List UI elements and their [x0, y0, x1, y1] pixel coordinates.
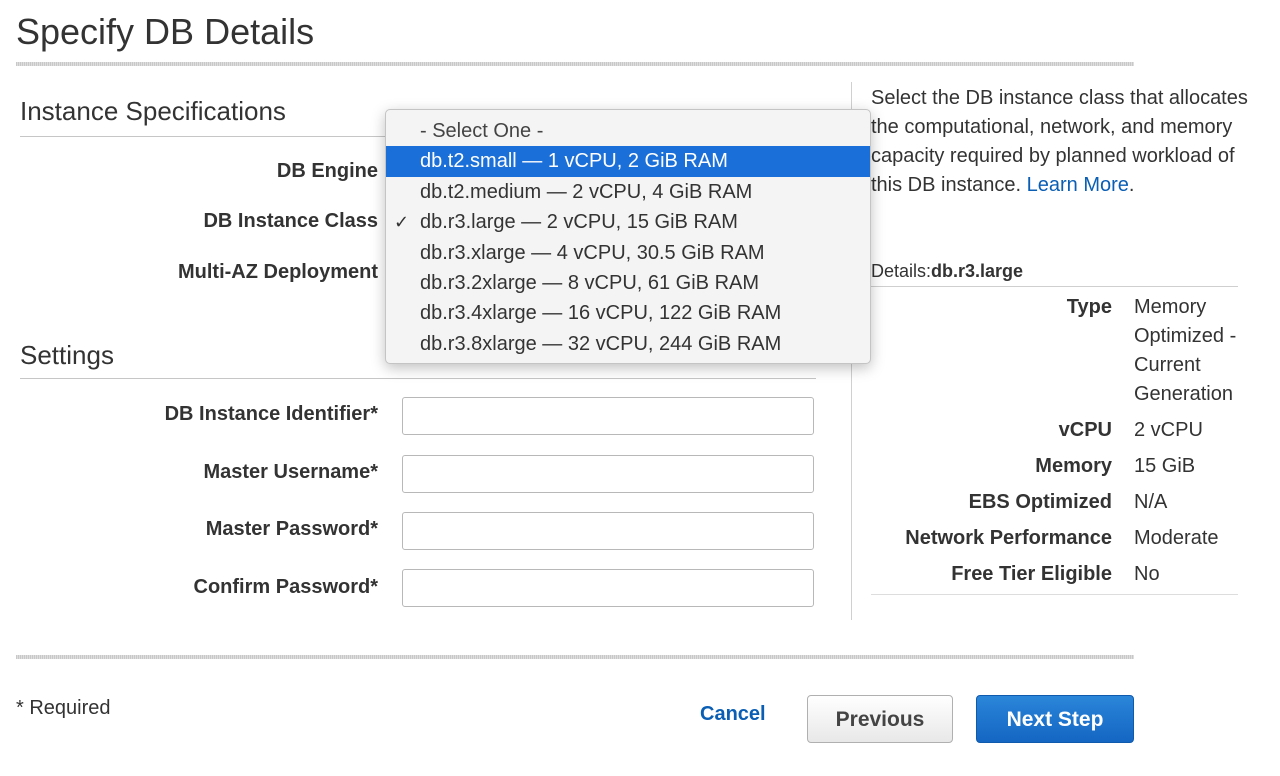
checkmark-icon: ✓	[394, 212, 410, 233]
help-trailing-period: .	[1128, 174, 1135, 196]
details-value: 2 vCPU	[1134, 419, 1203, 441]
dropdown-option-db-r3-large[interactable]: ✓ db.r3.large — 2 vCPU, 15 GiB RAM	[386, 207, 870, 237]
db-instance-identifier-input[interactable]	[402, 397, 814, 435]
master-username-label: Master Username*	[203, 461, 378, 483]
details-key: EBS Optimized	[968, 491, 1112, 513]
instance-class-dropdown[interactable]: - Select One - db.t2.small — 1 vCPU, 2 G…	[385, 109, 871, 364]
settings-rule	[20, 378, 816, 379]
details-table: Type Memory Optimized - Current Generati…	[871, 290, 1246, 593]
master-username-input[interactable]	[402, 455, 814, 493]
dropdown-option-label: db.r3.xlarge — 4 vCPU, 30.5 GiB RAM	[420, 241, 765, 264]
confirm-password-label: Confirm Password*	[193, 576, 378, 598]
dropdown-option-db-r3-2xlarge[interactable]: db.r3.2xlarge — 8 vCPU, 61 GiB RAM	[386, 268, 870, 298]
master-password-label: Master Password*	[205, 518, 378, 540]
footer-divider	[16, 655, 1134, 659]
next-step-button[interactable]: Next Step	[976, 695, 1134, 743]
cancel-button[interactable]: Cancel	[700, 703, 766, 726]
details-value: N/A	[1134, 491, 1168, 513]
details-prefix: Details:	[871, 261, 932, 281]
dropdown-option-db-t2-small[interactable]: db.t2.small — 1 vCPU, 2 GiB RAM	[386, 146, 870, 177]
db-engine-label: DB Engine	[276, 160, 378, 182]
learn-more-link[interactable]: Learn More	[1027, 174, 1129, 196]
details-key: Free Tier Eligible	[951, 563, 1112, 585]
dropdown-option-label: db.r3.2xlarge — 8 vCPU, 61 GiB RAM	[420, 271, 760, 294]
dropdown-option-db-r3-xlarge[interactable]: db.r3.xlarge — 4 vCPU, 30.5 GiB RAM	[386, 238, 870, 268]
details-value: 15 GiB	[1134, 455, 1196, 477]
details-value: Moderate	[1134, 527, 1219, 549]
settings-heading: Settings	[20, 340, 114, 370]
confirm-password-input[interactable]	[402, 569, 814, 607]
dropdown-option-label: db.t2.small — 1 vCPU, 2 GiB RAM	[420, 150, 728, 173]
dropdown-option-label: - Select One -	[420, 120, 544, 142]
details-row-free-tier: Free Tier Eligible No	[871, 557, 1246, 593]
details-bottom-rule	[871, 594, 1238, 595]
instance-specs-heading: Instance Specifications	[20, 96, 286, 126]
details-value: Memory Optimized - Current Generation	[1134, 296, 1237, 405]
instance-class-help: Select the DB instance class that alloca…	[871, 84, 1251, 200]
required-note: * Required	[16, 697, 111, 719]
details-instance-name: db.r3.large	[931, 261, 1024, 281]
dropdown-option-placeholder[interactable]: - Select One -	[386, 116, 870, 146]
dropdown-option-label: db.r3.8xlarge — 32 vCPU, 244 GiB RAM	[420, 332, 782, 355]
details-key: vCPU	[1058, 419, 1112, 441]
details-row-ebs-optimized: EBS Optimized N/A	[871, 485, 1246, 521]
instance-class-label: DB Instance Class	[203, 210, 378, 232]
title-divider	[16, 62, 1134, 66]
details-row-type: Type Memory Optimized - Current Generati…	[871, 290, 1246, 413]
details-key: Network Performance	[905, 527, 1112, 549]
db-instance-identifier-label: DB Instance Identifier*	[164, 403, 378, 425]
dropdown-option-db-r3-8xlarge[interactable]: db.r3.8xlarge — 32 vCPU, 244 GiB RAM	[386, 329, 870, 359]
previous-button[interactable]: Previous	[807, 695, 953, 743]
page: Specify DB Details Instance Specificatio…	[0, 0, 1280, 776]
master-password-input[interactable]	[402, 512, 814, 550]
dropdown-option-label: db.t2.medium — 2 vCPU, 4 GiB RAM	[420, 180, 753, 203]
dropdown-option-label: db.r3.4xlarge — 16 vCPU, 122 GiB RAM	[420, 302, 782, 325]
details-header: Details:db.r3.large	[871, 258, 1238, 287]
multi-az-label: Multi-AZ Deployment	[178, 261, 378, 283]
details-key: Type	[1066, 296, 1112, 318]
dropdown-option-label: db.r3.large — 2 vCPU, 15 GiB RAM	[420, 211, 738, 234]
page-title: Specify DB Details	[16, 11, 315, 52]
details-row-vcpu: vCPU 2 vCPU	[871, 413, 1246, 449]
details-row-memory: Memory 15 GiB	[871, 449, 1246, 485]
details-row-network-performance: Network Performance Moderate	[871, 521, 1246, 557]
details-value: No	[1134, 563, 1160, 585]
dropdown-option-db-t2-medium[interactable]: db.t2.medium — 2 vCPU, 4 GiB RAM	[386, 177, 870, 207]
dropdown-option-db-r3-4xlarge[interactable]: db.r3.4xlarge — 16 vCPU, 122 GiB RAM	[386, 298, 870, 328]
details-key: Memory	[1035, 455, 1112, 477]
